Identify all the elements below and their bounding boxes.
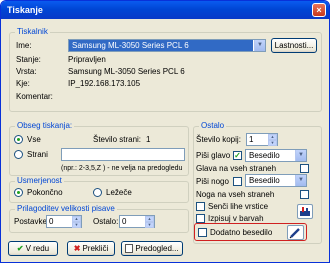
preview-button[interactable]: Predogled... [121, 241, 183, 256]
chevron-down-icon: ▼ [295, 150, 306, 161]
footer-all-checkbox[interactable] [300, 190, 309, 199]
cancel-button-label: Prekliči [82, 244, 109, 253]
preview-button-label: Predogled... [135, 244, 179, 253]
footer-label: Piši nogo [196, 177, 229, 186]
print-dialog: Tiskanje × Tiskalnik Ime: Samsung ML-305… [0, 0, 330, 263]
range-pages-label: Strani [27, 150, 48, 159]
cancel-icon: ✖ [73, 244, 81, 253]
shade-rows-checkbox[interactable] [196, 202, 205, 211]
copies-label: Število kopij: [196, 135, 241, 144]
where-label: Kje: [16, 79, 30, 88]
header-all-checkbox[interactable] [300, 164, 309, 173]
header-label: Piši glavo [196, 151, 231, 160]
pen-icon [289, 228, 300, 239]
page-count-value: 1 [146, 135, 151, 144]
rest-adjust-value: 0 [122, 217, 127, 226]
page-count-label: Število strani: [93, 135, 142, 144]
other-group-title: Ostalo [199, 121, 227, 131]
landscape-label: Ležeče [106, 188, 132, 197]
rest-adjust-label: Ostalo: [93, 217, 119, 226]
spinner-arrows-icon[interactable]: ▲ ▼ [72, 216, 81, 228]
footer-all-label: Noga na vseh straneh [196, 190, 275, 199]
footer-checkbox[interactable] [233, 177, 242, 186]
properties-button-label: Lastnosti... [274, 41, 314, 50]
extra-text-checkbox[interactable] [198, 228, 207, 237]
ok-button[interactable]: ✔ V redu [8, 241, 58, 256]
close-icon: × [316, 5, 322, 15]
chevron-down-icon: ▼ [295, 175, 306, 186]
spinner-arrows-icon[interactable]: ▲ ▼ [268, 134, 277, 146]
header-font-value: Besedilo [249, 151, 280, 160]
header-all-label: Glava na vseh straneh [196, 164, 277, 173]
rest-adjust-spinner[interactable]: 0 ▲ ▼ [119, 215, 155, 228]
font-adjust-group-title: Prilagoditev velikosti pisave [15, 204, 117, 214]
range-all-radio[interactable] [14, 135, 23, 144]
preview-icon [125, 244, 134, 253]
range-all-label: Vse [27, 135, 41, 144]
spinner-arrows-icon[interactable]: ▲ ▼ [145, 216, 154, 228]
range-pages-radio[interactable] [14, 150, 23, 159]
header-checkbox[interactable]: ✓ [233, 151, 242, 160]
footer-font-value: Besedilo [249, 176, 280, 185]
title-bar: Tiskanje [1, 1, 329, 19]
orientation-group-title: Usmerjenost [15, 176, 64, 186]
settings-adjust-label: Postavke: [14, 217, 50, 226]
status-label: Stanje: [16, 55, 41, 64]
extra-text-label: Dodatno besedilo [210, 228, 273, 237]
printer-select[interactable]: Samsung ML-3050 Series PCL 6 ▼ [68, 39, 266, 52]
settings-adjust-value: 0 [49, 217, 54, 226]
properties-button[interactable]: Lastnosti... [271, 38, 317, 53]
font-settings-button[interactable] [297, 204, 313, 219]
copies-spinner[interactable]: 1 ▲ ▼ [246, 133, 278, 146]
portrait-label: Pokončno [27, 188, 63, 197]
checkmark-icon: ✔ [16, 244, 24, 253]
shade-rows-label: Senči lihe vrstice [208, 202, 269, 211]
window-title: Tiskanje [7, 5, 43, 15]
close-button[interactable]: × [312, 3, 326, 17]
cancel-button[interactable]: ✖ Prekliči [67, 241, 115, 256]
status-value: Pripravljen [68, 55, 106, 64]
printer-select-value: Samsung ML-3050 Series PCL 6 [69, 40, 253, 51]
printer-group-title: Tiskalnik [15, 27, 50, 37]
landscape-radio[interactable] [93, 188, 102, 197]
chevron-down-icon: ▼ [254, 40, 265, 51]
header-font-select[interactable]: Besedilo ▼ [245, 149, 307, 162]
settings-adjust-spinner[interactable]: 0 ▲ ▼ [46, 215, 82, 228]
edit-extra-text-button[interactable] [287, 225, 304, 240]
colors-checkbox[interactable] [196, 214, 205, 223]
printer-name-label: Ime: [16, 41, 32, 50]
ok-button-label: V redu [25, 244, 50, 253]
type-value: Samsung ML-3050 Series PCL 6 [68, 67, 185, 76]
footer-font-select[interactable]: Besedilo ▼ [245, 174, 307, 187]
type-label: Vrsta: [16, 67, 37, 76]
copies-value: 1 [249, 135, 254, 144]
pages-input[interactable] [61, 148, 185, 161]
portrait-radio[interactable] [14, 188, 23, 197]
range-group-title: Obseg tiskanja: [15, 121, 75, 131]
pages-hint: (npr.: 2-3,5,Z ) - ne velja na predogled… [61, 165, 183, 172]
font-icon [300, 207, 310, 216]
where-value: IP_192.168.173.105 [68, 79, 141, 88]
comment-label: Komentar: [16, 92, 53, 101]
